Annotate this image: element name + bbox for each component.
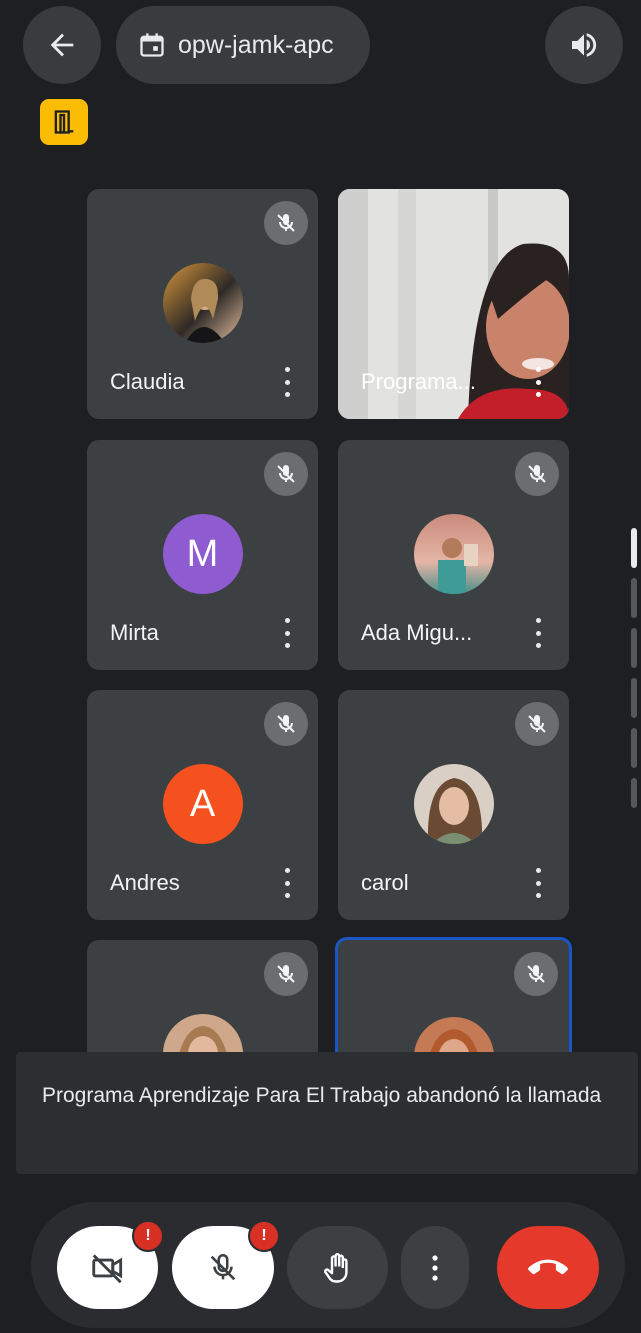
toast-message: Programa Aprendizaje Para El Trabajo aba…	[42, 1084, 602, 1107]
camera-alert-badge: !	[132, 1220, 164, 1252]
more-vertical-icon[interactable]	[280, 367, 294, 397]
participant-tile[interactable]: A Andres	[87, 690, 318, 920]
avatar	[413, 514, 494, 594]
participant-tile[interactable]: Ada Migu...	[338, 440, 569, 670]
more-vertical-icon[interactable]	[280, 868, 294, 898]
muted-indicator	[514, 952, 558, 996]
back-button[interactable]	[23, 6, 101, 84]
participant-tile-video[interactable]: Programa...	[338, 189, 569, 419]
notification-toast: Programa Aprendizaje Para El Trabajo aba…	[16, 1052, 638, 1174]
mic-alert-badge: !	[248, 1220, 280, 1252]
raise-hand-button[interactable]	[287, 1226, 388, 1309]
muted-indicator	[264, 452, 308, 496]
end-call-icon	[528, 1259, 568, 1274]
muted-indicator	[264, 201, 308, 245]
participant-name: Ada Migu...	[361, 620, 473, 645]
more-options-button[interactable]	[401, 1226, 469, 1309]
avatar	[413, 764, 494, 844]
camera-toggle-button[interactable]: !	[57, 1220, 164, 1309]
muted-indicator	[264, 702, 308, 746]
audio-output-button[interactable]	[545, 6, 623, 84]
avatar-initial: M	[162, 514, 243, 594]
calendar-icon	[140, 33, 164, 57]
avatar-initial: A	[162, 764, 243, 844]
speaker-icon	[572, 33, 597, 57]
mic-off-icon	[527, 965, 545, 983]
mic-off-icon	[277, 715, 295, 733]
scroll-indicator[interactable]	[631, 528, 637, 808]
more-vertical-icon[interactable]	[531, 868, 545, 898]
participant-name: Claudia	[110, 369, 185, 394]
more-vertical-icon[interactable]	[280, 618, 294, 648]
participant-tile[interactable]: Claudia	[87, 189, 318, 419]
participant-name: Andres	[110, 870, 180, 895]
avatar	[162, 263, 243, 343]
meeting-code-pill[interactable]: opw-jamk-apc	[116, 6, 370, 84]
mic-toggle-button[interactable]: !	[172, 1220, 280, 1309]
participant-name: Mirta	[110, 620, 159, 645]
end-call-button[interactable]	[497, 1226, 599, 1309]
arrow-left-icon	[50, 33, 74, 57]
participant-tile[interactable]: carol	[338, 690, 569, 920]
participant-tile[interactable]: M Mirta	[87, 440, 318, 670]
more-vertical-icon[interactable]	[531, 367, 545, 397]
more-vertical-icon[interactable]	[531, 618, 545, 648]
mic-off-icon	[277, 965, 295, 983]
leave-indicator-badge[interactable]	[40, 99, 88, 145]
muted-indicator	[515, 452, 559, 496]
mic-off-icon	[528, 715, 546, 733]
door-exit-icon	[54, 110, 74, 134]
mic-off-icon	[277, 465, 295, 483]
camera-off-icon	[91, 1253, 122, 1283]
more-vertical-icon	[432, 1254, 438, 1281]
mic-off-icon	[210, 1253, 236, 1280]
muted-indicator	[264, 952, 308, 996]
mic-off-icon	[528, 465, 546, 483]
meeting-code: opw-jamk-apc	[178, 30, 334, 59]
mic-off-icon	[277, 214, 295, 232]
muted-indicator	[515, 702, 559, 746]
participant-name: Programa...	[361, 369, 476, 394]
hand-icon	[323, 1252, 348, 1283]
participant-name: carol	[361, 870, 409, 895]
